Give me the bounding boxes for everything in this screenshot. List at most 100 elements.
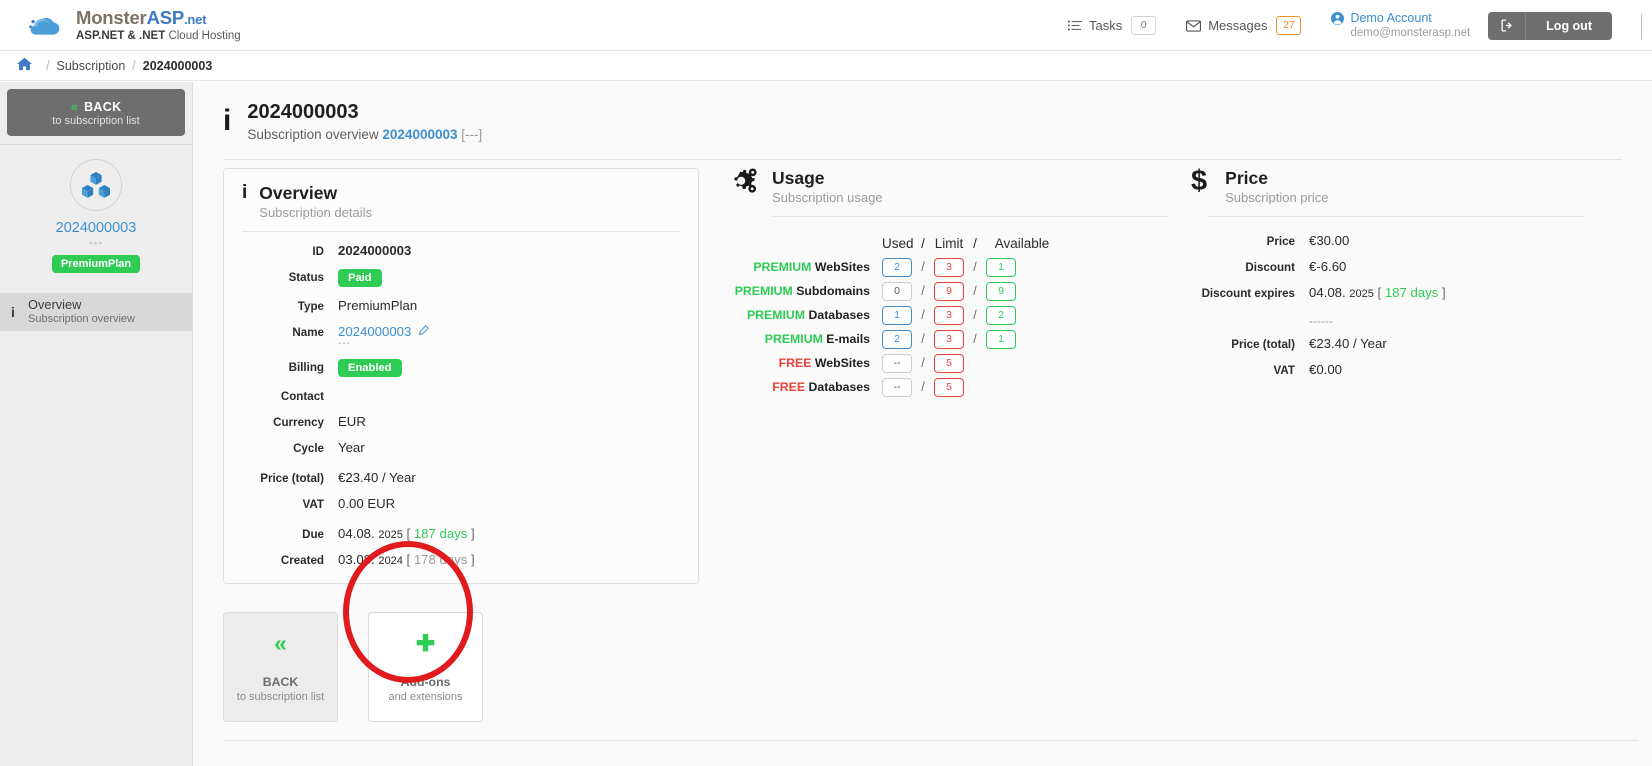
main-content: i 2024000003 Subscription overview 20240… — [193, 82, 1652, 766]
overview-label-currency: Currency — [273, 416, 324, 430]
overview-due-days: 187 days — [413, 526, 468, 542]
overview-label-status: Status — [288, 271, 324, 285]
breadcrumb-sep-2: / — [132, 58, 136, 73]
overview-label-name: Name — [292, 326, 324, 340]
logout-icon — [1488, 11, 1527, 40]
price-label-discount: Discount — [1245, 261, 1295, 275]
overview-name-link[interactable]: 2024000003 — [338, 324, 411, 339]
usage-label-free-websites: FREE WebSites — [727, 356, 882, 370]
price-label-price: Price — [1266, 235, 1295, 249]
overview-row-vat: VAT 0.00 EUR — [242, 496, 680, 511]
usage-card-header: Usage Subscription usage — [727, 168, 1167, 205]
home-icon[interactable] — [17, 57, 32, 74]
chevron-double-left-icon: « — [274, 629, 287, 656]
price-card-divider — [1207, 216, 1585, 218]
usage-row-premium-emails: PREMIUM E-mails 2 / 3 / 1 — [727, 327, 1167, 351]
add-ons-tile[interactable]: ✚ Add-ons and extensions — [368, 612, 483, 723]
price-row-price-total: Price (total) €23.40 / Year — [1185, 336, 1585, 351]
price-label-discount-expires: Discount expires — [1201, 287, 1295, 301]
overview-row-price-total: Price (total) €23.40 / Year — [242, 470, 680, 485]
usage-available-0: 1 — [986, 257, 1016, 277]
usage-name-3: E-mails — [826, 332, 870, 347]
price-label-divider — [1185, 314, 1295, 328]
overview-label-contact: Contact — [280, 390, 324, 404]
usage-available-1: 9 — [986, 281, 1016, 301]
usage-sep-0b: / — [973, 260, 977, 275]
overview-value-type: PremiumPlan — [338, 298, 418, 314]
price-card-header-text: Price Subscription price — [1225, 168, 1328, 205]
price-card-header: $ Price Subscription price — [1185, 167, 1585, 205]
usage-col-available: Available — [994, 235, 1050, 251]
billing-badge: Enabled — [338, 359, 402, 378]
brand-name: MonsterASP.net — [76, 8, 241, 27]
price-value-price: €30.00 — [1309, 233, 1350, 249]
usage-label-premium-subdomains: PREMIUM Subdomains — [727, 284, 882, 298]
overview-value-price-total: €23.40 / Year — [338, 470, 416, 486]
page-header-text: 2024000003 Subscription overview 2024000… — [247, 100, 482, 142]
sidebar-item-overview-text: Overview Subscription overview — [28, 298, 135, 325]
overview-label-due: Due — [302, 528, 324, 542]
price-row-divider: ------ — [1185, 314, 1585, 328]
info-icon: i — [223, 104, 232, 137]
envelope-icon — [1186, 19, 1202, 32]
messages-menu[interactable]: Messages 27 — [1186, 16, 1302, 35]
breadcrumb-current: 2024000003 — [142, 58, 213, 73]
overview-card-divider — [242, 231, 680, 233]
monsterasp-cloud-icon — [29, 17, 60, 35]
sidebar-back-button[interactable]: « BACK to subscription list — [7, 89, 185, 136]
sidebar-item-overview[interactable]: i Overview Subscription overview — [0, 293, 192, 331]
account-text: Demo Account demo@monsterasp.net — [1350, 11, 1470, 41]
usage-limit-3: 3 — [934, 329, 964, 349]
tasks-count-badge: 0 — [1131, 16, 1157, 35]
usage-name-4: WebSites — [814, 356, 870, 371]
brand-asp: ASP — [146, 7, 185, 28]
price-column: $ Price Subscription price Price €30.00 … — [1185, 167, 1585, 584]
overview-row-id: ID 2024000003 — [242, 243, 680, 258]
price-expires-date: 04.08. — [1309, 285, 1346, 301]
messages-label: Messages — [1208, 18, 1268, 33]
back-tile-sub: to subscription list — [236, 690, 325, 703]
add-ons-tile-sub: and extensions — [388, 690, 463, 703]
usage-label-premium-websites: PREMIUM WebSites — [727, 260, 882, 274]
tasks-menu[interactable]: Tasks 0 — [1067, 16, 1157, 35]
overview-created-days: 178 days — [413, 552, 468, 568]
overview-row-currency: Currency EUR — [242, 414, 680, 429]
sidebar-subscription-dash: --- — [89, 237, 103, 249]
overview-row-status: Status Paid — [242, 269, 680, 288]
overview-created-year: 2024 — [378, 555, 403, 568]
sidebar-subscription-id[interactable]: 2024000003 — [0, 220, 192, 236]
price-value-price-total: €23.40 / Year — [1309, 336, 1387, 352]
overview-due-year: 2025 — [378, 529, 403, 542]
overview-value-created: 03.08. 2024 [ 178 days ] — [338, 552, 475, 568]
usage-name-0: WebSites — [814, 260, 870, 275]
overview-row-created: Created 03.08. 2024 [ 178 days ] — [242, 552, 680, 567]
overview-name-sub: --- — [338, 338, 351, 350]
gears-icon — [727, 168, 760, 202]
usage-used-1: 0 — [882, 281, 912, 301]
usage-limit-1: 9 — [934, 281, 964, 301]
overview-label-price-total: Price (total) — [260, 472, 324, 486]
usage-limit-0: 3 — [934, 257, 964, 277]
cards-row: i Overview Subscription details ID 20240… — [193, 167, 1652, 585]
tasks-label: Tasks — [1088, 18, 1123, 33]
usage-sep-4a: / — [921, 356, 925, 371]
usage-sep-3a: / — [921, 332, 925, 347]
account-menu[interactable]: Demo Account demo@monsterasp.net — [1331, 11, 1470, 41]
brand-logo-block[interactable]: MonsterASP.net ASP.NET & .NET Cloud Host… — [28, 8, 241, 44]
breadcrumb-subscription[interactable]: Subscription — [56, 59, 125, 73]
plus-icon: ✚ — [415, 629, 436, 656]
back-tile[interactable]: « BACK to subscription list — [223, 612, 338, 723]
page-subtitle-link[interactable]: 2024000003 — [382, 127, 457, 142]
usage-col-used: Used — [882, 235, 914, 251]
breadcrumb-sep-1: / — [46, 58, 50, 73]
sidebar-item-overview-label: Overview — [28, 297, 82, 313]
overview-due-date: 04.08. — [338, 526, 375, 542]
price-card-subtitle: Subscription price — [1225, 190, 1329, 206]
logout-button[interactable]: Log out — [1488, 11, 1612, 40]
edit-icon[interactable] — [415, 325, 430, 339]
logout-label: Log out — [1546, 18, 1592, 33]
usage-tier-0: PREMIUM — [753, 260, 812, 275]
account-email: demo@monsterasp.net — [1350, 27, 1471, 40]
usage-available-3: 1 — [986, 329, 1016, 349]
sidebar-back-main: « BACK — [71, 99, 122, 114]
